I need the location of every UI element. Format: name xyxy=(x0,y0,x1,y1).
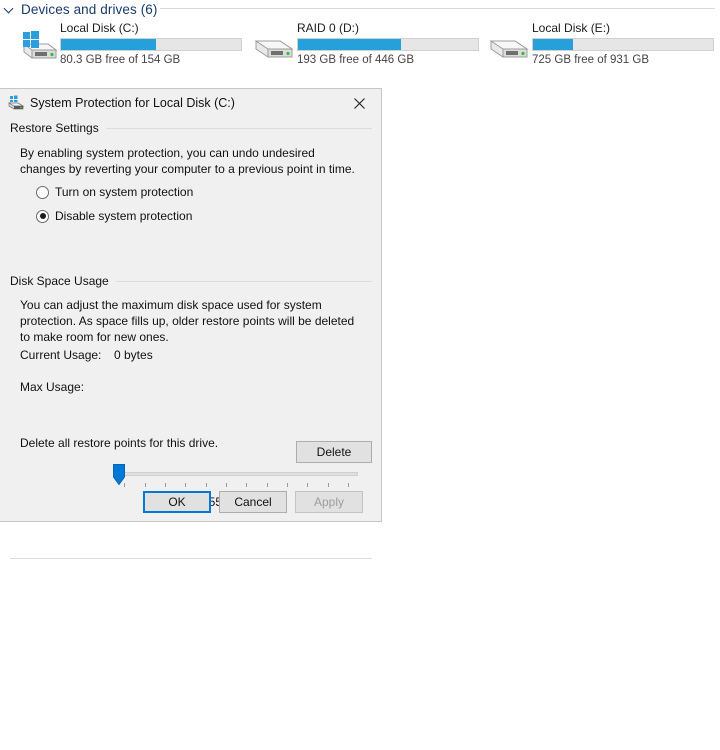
drive-free-space: 193 GB free of 446 GB xyxy=(297,54,414,66)
drive-capacity-fill xyxy=(533,39,573,50)
drive-capacity-bar xyxy=(297,38,479,51)
hard-drive-icon xyxy=(251,28,297,62)
apply-button: Apply xyxy=(295,491,363,513)
radio-disable-system-protection[interactable]: Disable system protection xyxy=(36,209,192,223)
slider-tick xyxy=(226,483,227,487)
disk-space-usage-divider xyxy=(101,281,372,282)
drive-free-space: 725 GB free of 931 GB xyxy=(532,54,649,66)
radio-mark xyxy=(36,185,49,199)
hard-drive-windows-icon xyxy=(14,28,60,62)
cancel-button[interactable]: Cancel xyxy=(219,491,287,513)
group-title: Devices and drives (6) xyxy=(21,1,158,17)
restore-settings-description: By enabling system protection, you can u… xyxy=(20,146,355,176)
max-usage-slider-thumb[interactable] xyxy=(113,464,125,486)
disk-space-usage-description: You can adjust the maximum disk space us… xyxy=(20,298,355,344)
restore-settings-divider xyxy=(92,128,372,129)
chevron-down-icon[interactable] xyxy=(4,3,16,15)
delete-restore-points-description: Delete all restore points for this drive… xyxy=(20,436,219,450)
slider-tick xyxy=(165,483,166,487)
system-protection-drive-icon xyxy=(7,95,25,111)
devices-and-drives-group-header[interactable]: Devices and drives (6) xyxy=(4,0,158,18)
radio-mark xyxy=(36,209,49,223)
hard-drive-icon xyxy=(486,28,532,62)
dialog-titlebar[interactable]: System Protection for Local Disk (C:) xyxy=(0,89,381,117)
explorer-drives-pane: Devices and drives (6) Local Disk (C:) 8… xyxy=(0,0,720,90)
drive-info: RAID 0 (D:) 193 GB free of 446 GB xyxy=(297,20,481,66)
drive-capacity-fill xyxy=(298,39,401,50)
slider-tick xyxy=(185,483,186,487)
slider-tick xyxy=(307,483,308,487)
drive-capacity-fill xyxy=(61,39,157,50)
drive-capacity-bar xyxy=(532,38,714,51)
slider-tick xyxy=(206,483,207,487)
ok-button[interactable]: OK xyxy=(143,491,211,513)
drive-info: Local Disk (C:) 80.3 GB free of 154 GB xyxy=(60,20,244,66)
delete-button[interactable]: Delete xyxy=(296,441,372,463)
max-usage-label: Max Usage: xyxy=(20,380,85,394)
drive-tile-e[interactable]: Local Disk (E:) 725 GB free of 931 GB xyxy=(476,20,716,72)
drive-info: Local Disk (E:) 725 GB free of 931 GB xyxy=(532,20,716,66)
max-usage-slider-ticks xyxy=(114,483,358,488)
current-usage-label: Current Usage: xyxy=(20,348,102,362)
slider-tick xyxy=(328,483,329,487)
slider-tick xyxy=(287,483,288,487)
radio-label: Turn on system protection xyxy=(55,185,194,199)
drive-name: Local Disk (C:) xyxy=(60,21,139,35)
drive-tile-d[interactable]: RAID 0 (D:) 193 GB free of 446 GB xyxy=(241,20,481,72)
disk-space-usage-group-label: Disk Space Usage xyxy=(10,274,116,288)
current-usage-value: 0 bytes xyxy=(114,348,153,362)
slider-tick xyxy=(246,483,247,487)
radio-turn-on-system-protection[interactable]: Turn on system protection xyxy=(36,185,193,199)
drive-name: RAID 0 (D:) xyxy=(297,21,360,35)
slider-tick xyxy=(145,483,146,487)
system-protection-dialog: System Protection for Local Disk (C:) Re… xyxy=(0,88,382,559)
drive-name: Local Disk (E:) xyxy=(532,21,611,35)
slider-tick xyxy=(348,483,349,487)
dialog-title: System Protection for Local Disk (C:) xyxy=(30,96,235,110)
footer-divider xyxy=(10,558,372,559)
drive-tile-c[interactable]: Local Disk (C:) 80.3 GB free of 154 GB xyxy=(4,20,244,72)
max-usage-slider-track[interactable] xyxy=(114,472,358,476)
restore-settings-group-label: Restore Settings xyxy=(10,121,106,135)
drive-capacity-bar xyxy=(60,38,242,51)
group-header-divider xyxy=(160,8,715,9)
close-icon[interactable] xyxy=(337,89,381,117)
radio-label: Disable system protection xyxy=(55,209,193,223)
drive-free-space: 80.3 GB free of 154 GB xyxy=(60,54,181,66)
slider-tick xyxy=(267,483,268,487)
